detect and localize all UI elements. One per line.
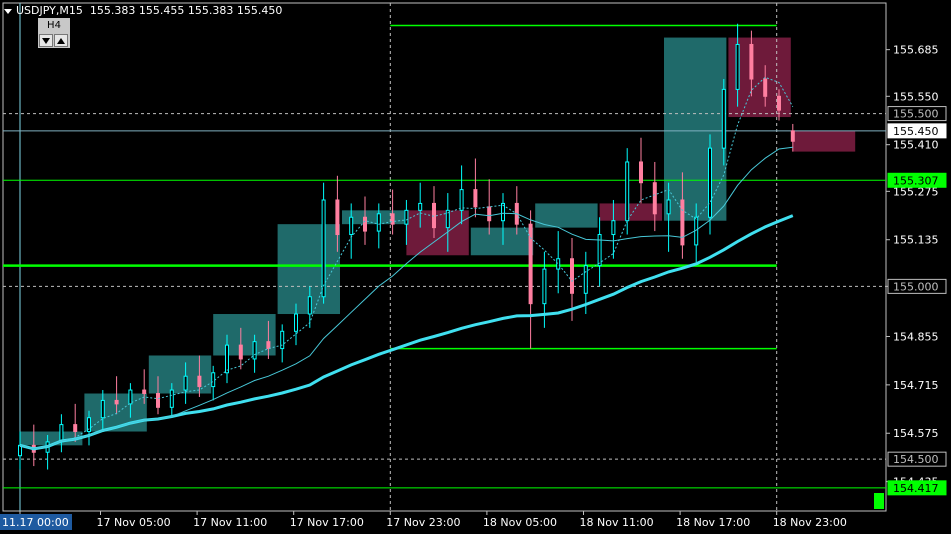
- price-tag-label: 155.450: [893, 125, 939, 138]
- candle-body: [252, 341, 257, 360]
- h4-box: [792, 130, 856, 152]
- candle-body: [376, 213, 381, 232]
- close-value: 155.450: [236, 4, 283, 17]
- low-value: 155.383: [187, 4, 234, 17]
- candle-body: [418, 202, 423, 211]
- timeframe-up-button[interactable]: [54, 34, 68, 47]
- candle-body: [790, 130, 795, 142]
- candle-body: [183, 375, 188, 391]
- candle-body: [432, 202, 436, 229]
- x-tick-label: 17 Nov 05:00: [97, 516, 171, 529]
- candle-body: [59, 424, 64, 443]
- candle-body: [294, 313, 298, 332]
- y-tick-label: 154.575: [893, 427, 939, 440]
- candle-body: [487, 206, 492, 222]
- candle-body: [321, 199, 326, 298]
- minimize-box[interactable]: [874, 493, 884, 509]
- candle-body: [556, 258, 561, 270]
- y-tick-label: 154.715: [893, 379, 939, 392]
- candle-body: [666, 199, 671, 215]
- h4-box: [664, 37, 727, 221]
- candle-body: [459, 189, 464, 211]
- h4-box: [535, 203, 598, 228]
- candle-body: [238, 344, 243, 360]
- y-tick-label: 155.685: [893, 44, 939, 57]
- candle-body: [211, 372, 216, 388]
- candle-body: [763, 78, 768, 97]
- price-tag-label: 155.000: [893, 280, 939, 293]
- candle-body: [156, 393, 160, 408]
- chart-header: USDJPY,M15 155.383 155.455 155.383 155.4…: [4, 4, 282, 17]
- h4-box: [599, 203, 662, 221]
- h4-box: [84, 393, 147, 432]
- y-tick-label: 155.135: [893, 234, 939, 247]
- price-tag-label: 154.500: [893, 453, 939, 466]
- price-tag-label: 154.417: [893, 482, 939, 495]
- candle-body: [708, 147, 712, 218]
- price-tag-label: 155.500: [893, 108, 939, 121]
- candle-body: [749, 43, 754, 80]
- candle-body: [100, 399, 105, 419]
- h4-box: [470, 227, 534, 256]
- candle-body: [73, 424, 78, 433]
- x-tick-label: 18 Nov 23:00: [773, 516, 847, 529]
- timeframe-label: H4: [47, 20, 61, 31]
- candle-body: [307, 296, 312, 315]
- candle-body: [680, 199, 685, 246]
- candle-body: [777, 95, 781, 111]
- x-tick-label: 18 Nov 17:00: [676, 516, 750, 529]
- symbol-label: USDJPY,M15: [16, 4, 83, 17]
- x-tick-label: 11.17 00:00: [2, 516, 69, 529]
- timeframe-down-button[interactable]: [39, 34, 53, 47]
- candle-body: [721, 88, 726, 149]
- candle-body: [583, 265, 588, 294]
- candle-body: [528, 223, 533, 305]
- open-value: 155.383: [89, 4, 136, 17]
- x-tick-label: 17 Nov 11:00: [193, 516, 267, 529]
- candle-body: [542, 268, 547, 305]
- candle-body: [404, 209, 409, 225]
- high-value: 155.455: [138, 4, 185, 17]
- candle-body: [142, 389, 147, 395]
- x-tick-label: 17 Nov 17:00: [290, 516, 364, 529]
- h4-box: [406, 210, 469, 256]
- candle-body: [597, 234, 602, 267]
- menu-triangle-icon[interactable]: [4, 8, 12, 14]
- y-tick-label: 154.855: [893, 330, 939, 343]
- candle-body: [625, 161, 630, 222]
- candle-body: [335, 199, 340, 236]
- candle-body: [473, 189, 478, 208]
- candle-body: [611, 220, 616, 236]
- candle-body: [128, 389, 133, 405]
- y-tick-label: 155.410: [893, 139, 939, 152]
- timeframe-switcher: H4: [38, 18, 70, 48]
- x-tick-label: 18 Nov 05:00: [483, 516, 557, 529]
- candle-body: [639, 161, 643, 184]
- price-chart[interactable]: 155.685155.550155.410155.275155.135155.0…: [0, 0, 951, 534]
- candle-body: [349, 216, 354, 236]
- x-tick-label: 18 Nov 11:00: [580, 516, 654, 529]
- candle-body: [652, 182, 657, 215]
- candle-body: [169, 389, 174, 408]
- candle-body: [570, 258, 574, 294]
- y-tick-label: 155.550: [893, 90, 939, 103]
- candle-body: [266, 341, 271, 350]
- candle-body: [114, 399, 119, 405]
- candle-body: [197, 375, 202, 388]
- candle-body: [225, 344, 229, 374]
- x-tick-label: 17 Nov 23:00: [386, 516, 460, 529]
- candle-body: [735, 43, 740, 90]
- candle-body: [280, 330, 285, 350]
- price-tag-label: 155.307: [893, 174, 939, 187]
- candle-body: [363, 216, 367, 232]
- candle-body: [390, 213, 395, 225]
